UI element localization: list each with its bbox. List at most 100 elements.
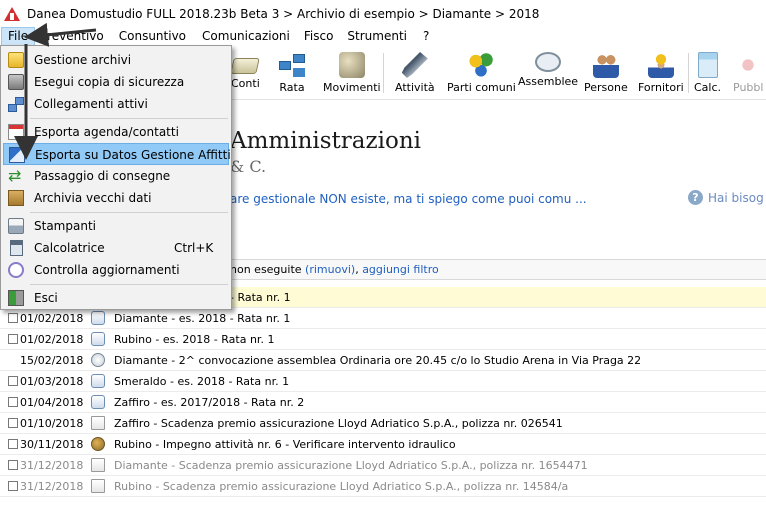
menu-item-controlla-aggiornamenti[interactable]: Controlla aggiornamenti [3,259,229,281]
news-link[interactable]: are gestionale NON esiste, ma ti spiego … [230,192,587,206]
list-item[interactable]: 31/12/2018 Diamante - Scadenza premio as… [0,455,766,476]
calculator-icon [10,240,23,256]
menu-item-esporta-agenda[interactable]: Esporta agenda/contatti [3,121,229,143]
drill-icon [401,52,428,78]
toolbar-conti-button[interactable]: Conti [230,50,261,98]
menu-item-calcolatrice[interactable]: Calcolatrice Ctrl+K [3,237,229,259]
menu-item-label: Stampanti [34,219,96,233]
menu-consuntivo[interactable]: Consuntivo [110,27,192,46]
export-icon [9,147,25,163]
toolbar-separator [383,53,384,93]
list-item-desc: Zaffiro - Scadenza premio assicurazione … [114,417,563,430]
toolbar-calc-button[interactable]: Calc. [694,50,721,98]
menu-item-copia-sicurezza[interactable]: Esegui copia di sicurezza [3,71,229,93]
page-title: Amministrazioni [230,128,421,154]
toolbar-persone-label: Persone [584,81,628,94]
list-item[interactable]: 01/04/2018 Zaffiro - es. 2017/2018 - Rat… [0,392,766,413]
publish-icon [735,52,762,78]
row-checkbox[interactable] [8,460,18,470]
update-icon [8,262,24,278]
app-window: Danea Domustudio FULL 2018.23b Beta 3 > … [0,0,766,506]
row-checkbox[interactable] [8,376,18,386]
menu-item-label: Passaggio di consegne [34,169,171,183]
menu-strumenti[interactable]: Strumenti [339,27,413,46]
list-item-date: 01/03/2018 [20,375,84,388]
menu-comunicazioni[interactable]: Comunicazioni [192,27,296,46]
menu-item-stampanti[interactable]: Stampanti [3,215,229,237]
list-item[interactable]: 01/10/2018 Zaffiro - Scadenza premio ass… [0,413,766,434]
menu-item-label: Calcolatrice [34,241,105,255]
list-item[interactable]: 31/12/2018 Rubino - Scadenza premio assi… [0,476,766,497]
menu-item-esci[interactable]: Esci [3,287,229,309]
worker-icon [647,52,674,78]
archive-box-icon [8,190,24,206]
menu-item-label: Esci [34,291,58,305]
toolbar-conti-label: Conti [231,77,260,90]
toolbar-fornitori-button[interactable]: Fornitori [638,50,684,98]
menu-item-collegamenti-attivi[interactable]: Collegamenti attivi [3,93,229,115]
row-checkbox[interactable] [8,439,18,449]
row-checkbox[interactable] [8,397,18,407]
calendar-icon [8,124,24,140]
list-item-desc: Smeraldo - es. 2018 - Rata nr. 1 [114,375,290,388]
list-item-desc: Zaffiro - es. 2017/2018 - Rata nr. 2 [114,396,305,409]
toolbar-rata-button[interactable]: Rata [279,50,305,98]
menu-separator [30,118,228,119]
help-link[interactable]: ? Hai bisog [688,190,764,205]
toolbar-fornitori-label: Fornitori [638,81,684,94]
row-checkbox[interactable] [8,418,18,428]
list-item[interactable]: 01/02/2018 Rubino - es. 2018 - Rata nr. … [0,329,766,350]
list-item[interactable]: 15/02/2018 Diamante - 2^ convocazione as… [0,350,766,371]
assembly-icon [91,353,105,367]
list-item-date: 01/02/2018 [20,333,84,346]
filter-text: non eseguite (rimuovi), aggiungi filtro [230,263,439,276]
calendar-event-icon [91,374,105,388]
menu-fisco[interactable]: Fisco [296,27,340,46]
toolbar-assemblee-button[interactable]: Assemblee [518,50,578,98]
list-item[interactable]: 01/03/2018 Smeraldo - es. 2018 - Rata nr… [0,371,766,392]
list-item-desc: Diamante - es. 2018 - Rata nr. 1 [114,312,291,325]
toolbar-parti-comuni-button[interactable]: Parti comuni [447,50,516,98]
toolbar-attivita-label: Attività [395,81,435,94]
toolbar-pubblica-button[interactable]: Pubbl [733,50,763,98]
help-icon: ? [688,190,703,205]
speech-bubble-icon [535,52,562,72]
list-item-desc: Rubino - Scadenza premio assicurazione L… [114,480,569,493]
folder-icon [8,52,24,68]
row-checkbox[interactable] [8,481,18,491]
list-item[interactable]: 01/02/2018 Diamante - es. 2018 - Rata nr… [0,308,766,329]
list-item-date: 31/12/2018 [20,459,84,472]
menu-separator [30,284,228,285]
menu-help[interactable]: ? [413,27,435,46]
printer-icon [8,218,24,234]
toolbar-attivita-button[interactable]: Attività [395,50,435,98]
list-item[interactable]: 30/11/2018 Rubino - Impegno attività nr.… [0,434,766,455]
toolbar-assemblee-label: Assemblee [518,75,579,88]
menu-preventivo[interactable]: Preventivo [35,27,110,46]
document-icon [91,479,105,493]
row-checkbox[interactable] [8,334,18,344]
toolbar-pubblica-label: Pubbl [733,81,764,94]
menu-item-esporta-datos[interactable]: Esporta su Datos Gestione Affitti [3,143,231,165]
add-filter-link[interactable]: aggiungi filtro [362,263,439,276]
menu-item-gestione-archivi[interactable]: Gestione archivi [3,49,229,71]
menu-item-label: Collegamenti attivi [34,97,148,111]
toolbar-persone-button[interactable]: Persone [584,50,628,98]
toolbar-rata-label: Rata [279,81,305,94]
document-icon [91,458,105,472]
toolbar-separator [688,53,689,93]
menu-file[interactable]: File [1,27,36,46]
row-checkbox[interactable] [8,313,18,323]
movimenti-icon [338,52,365,78]
menu-item-archivia-dati[interactable]: Archivia vecchi dati [3,187,229,209]
menu-item-label: Archivia vecchi dati [34,191,152,205]
menu-item-passaggio-consegne[interactable]: Passaggio di consegne [3,165,229,187]
danea-logo-icon [4,6,20,22]
menu-item-label: Esporta su Datos Gestione Affitti [35,148,231,162]
help-text: Hai bisog [708,190,764,205]
tool-icon [91,437,105,451]
rata-icon [279,52,305,78]
toolbar-movimenti-button[interactable]: Movimenti [323,50,381,98]
list-item-desc: Diamante - Scadenza premio assicurazione… [114,459,588,472]
remove-filter-link[interactable]: (rimuovi) [305,263,355,276]
